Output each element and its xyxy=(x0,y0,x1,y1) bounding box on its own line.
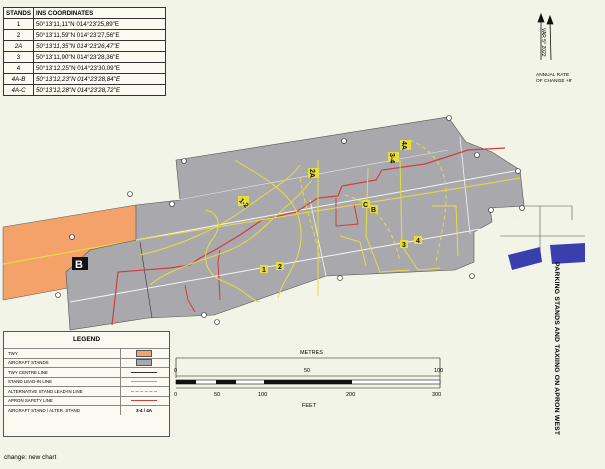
scale-metres-tick: 0 xyxy=(174,368,178,374)
stand-coords: 50°13'12,23"N 014°23'28,84"E xyxy=(32,73,167,85)
scale-bar-segment xyxy=(216,380,236,384)
legend-label: AIRCRAFT STAND / ALTER. STAND xyxy=(8,407,80,413)
building xyxy=(508,247,542,270)
twy-swatch-icon xyxy=(136,349,152,357)
table-row: 2A 50°13'11,35"N 014°23'26,47"E xyxy=(3,40,167,52)
table-row: 1 50°13'11,11"N 014°23'25,89"E xyxy=(3,18,167,30)
table-row: 2 50°13'11,59"N 014°23'27,56"E xyxy=(3,29,167,41)
road xyxy=(524,205,573,220)
floodlight-icon xyxy=(69,234,75,240)
stand-symbol-text: 3-4 / 4A xyxy=(135,407,152,413)
legend-item-alt-stand-lead-in: ALTERNATIVE STAND LEAD-IN LINE xyxy=(4,386,169,396)
table-row: 3 50°13'11,90"N 014°23'28,36"E xyxy=(3,51,167,63)
scale-metres-label: METRES xyxy=(300,350,323,356)
floodlight-icon xyxy=(337,275,343,281)
floodlight-icon xyxy=(446,115,452,121)
legend-label: STAND LEAD-IN LINE xyxy=(8,379,53,385)
legend-item-twy: TWY xyxy=(4,348,169,358)
stand-label-3-4: 3-4 xyxy=(388,153,395,163)
stand-label-2a: 2A xyxy=(308,169,315,178)
stand-label-4: 4 xyxy=(416,238,420,245)
annual-rate-line2: OF CHANGE +9' xyxy=(536,79,573,84)
floodlight-icon xyxy=(169,201,175,207)
stand-coordinates-table: STANDS INS COORDINATES 1 50°13'11,11"N 01… xyxy=(3,7,167,96)
scale-feet-tick: 200 xyxy=(346,392,356,398)
scale-feet-tick: 300 xyxy=(432,392,442,398)
stand-coords: 50°13'11,11"N 014°23'25,89"E xyxy=(32,18,167,30)
legend-label: TWY xyxy=(8,350,18,356)
stand-label-1: 1 xyxy=(262,267,266,274)
scale-metres-tick: 50 xyxy=(304,368,311,374)
stand-label-b: B xyxy=(371,207,376,214)
stand-coords: 50°13'11,90"N 014°23'28,36"E xyxy=(32,51,167,63)
stand-coords: 50°13'12,25"N 014°23'30,09"E xyxy=(32,62,167,74)
scale-feet-label: FEET xyxy=(302,403,317,409)
safety-line-icon xyxy=(131,400,157,402)
scale-feet-tick: 100 xyxy=(258,392,268,398)
stand-label-3: 3 xyxy=(402,242,406,249)
floodlight-icon xyxy=(201,312,207,318)
scale-feet-tick: 0 xyxy=(174,392,178,398)
floodlight-icon xyxy=(515,168,521,174)
stand-label-4a: 4A xyxy=(400,141,407,150)
legend-item-aircraft-stands: AIRCRAFT STANDS xyxy=(4,357,169,367)
table-row: 4A-C 50°13'12,28"N 014°23'28,72"E xyxy=(3,84,167,96)
chart-title: PARKING STANDS AND TAXIING ON APRON WEST xyxy=(553,262,560,436)
stand-id: 2 xyxy=(3,29,34,41)
stand-id: 2A xyxy=(3,40,34,52)
legend-item-twy-centre-line: TWY CENTRE LINE xyxy=(4,367,169,377)
legend-item-stand-lead-in: STAND LEAD-IN LINE xyxy=(4,376,169,386)
floodlight-icon xyxy=(488,207,494,213)
floodlight-icon xyxy=(127,191,133,197)
legend-label: ALTERNATIVE STAND LEAD-IN LINE xyxy=(8,388,83,394)
floodlight-icon xyxy=(519,205,525,211)
floodlight-icon xyxy=(469,273,475,279)
legend-item-stand-alt-stand: AIRCRAFT STAND / ALTER. STAND 3-4 / 4A xyxy=(4,405,169,415)
stand-id: 4 xyxy=(3,62,34,74)
legend-label: TWY CENTRE LINE xyxy=(8,369,48,375)
table-header-row: STANDS INS COORDINATES xyxy=(3,7,167,19)
legend: LEGEND TWY AIRCRAFT STANDS TWY CENTRE LI… xyxy=(3,331,170,437)
stand-coords: 50°13'11,59"N 014°23'27,56"E xyxy=(32,29,167,41)
stand-label-c: C xyxy=(363,202,368,209)
table-row: 4A-B 50°13'12,23"N 014°23'28,84"E xyxy=(3,73,167,85)
stand-coords: 50°13'12,28"N 014°23'28,72"E xyxy=(32,84,167,96)
legend-label: AIRCRAFT STANDS xyxy=(8,360,49,366)
alt-lead-in-line-icon xyxy=(131,390,157,392)
header-stands: STANDS xyxy=(3,7,34,19)
floodlight-icon xyxy=(214,319,220,325)
stand-id: 1 xyxy=(3,18,34,30)
floodlight-icon xyxy=(474,152,480,158)
stand-id: 4A-C xyxy=(3,84,34,96)
stand-label-2: 2 xyxy=(278,264,282,271)
table-row: 4 50°13'12,25"N 014°23'30,09"E xyxy=(3,62,167,74)
taxiway-b-label: B xyxy=(75,259,83,271)
annual-rate-label: ANNUAL RATE OF CHANGE +9' xyxy=(536,73,572,85)
scale-bar-segment xyxy=(264,380,352,384)
stands-swatch-icon xyxy=(136,359,152,367)
lead-in-line-icon xyxy=(131,381,157,383)
magnetic-variation-label: VAR 5° 2022 xyxy=(540,28,546,57)
stand-id: 4A-B xyxy=(3,73,34,85)
building xyxy=(550,243,585,264)
scale-metres-tick: 100 xyxy=(434,368,444,374)
stand-id: 3 xyxy=(3,51,34,63)
legend-title: LEGEND xyxy=(72,336,101,343)
stand-coords: 50°13'11,35"N 014°23'26,47"E xyxy=(32,40,167,52)
legend-item-apron-safety-line: APRON SAFETY LINE xyxy=(4,395,169,405)
floodlight-icon xyxy=(181,158,187,164)
floodlight-icon xyxy=(341,138,347,144)
legend-label: APRON SAFETY LINE xyxy=(8,398,53,404)
centre-line-icon xyxy=(131,371,157,373)
scale-feet-tick: 50 xyxy=(214,392,221,398)
header-ins-coordinates: INS COORDINATES xyxy=(32,7,167,19)
scale-bar-segment xyxy=(176,380,196,384)
floodlight-icon xyxy=(55,292,61,298)
change-note: change: new chart xyxy=(4,454,57,461)
